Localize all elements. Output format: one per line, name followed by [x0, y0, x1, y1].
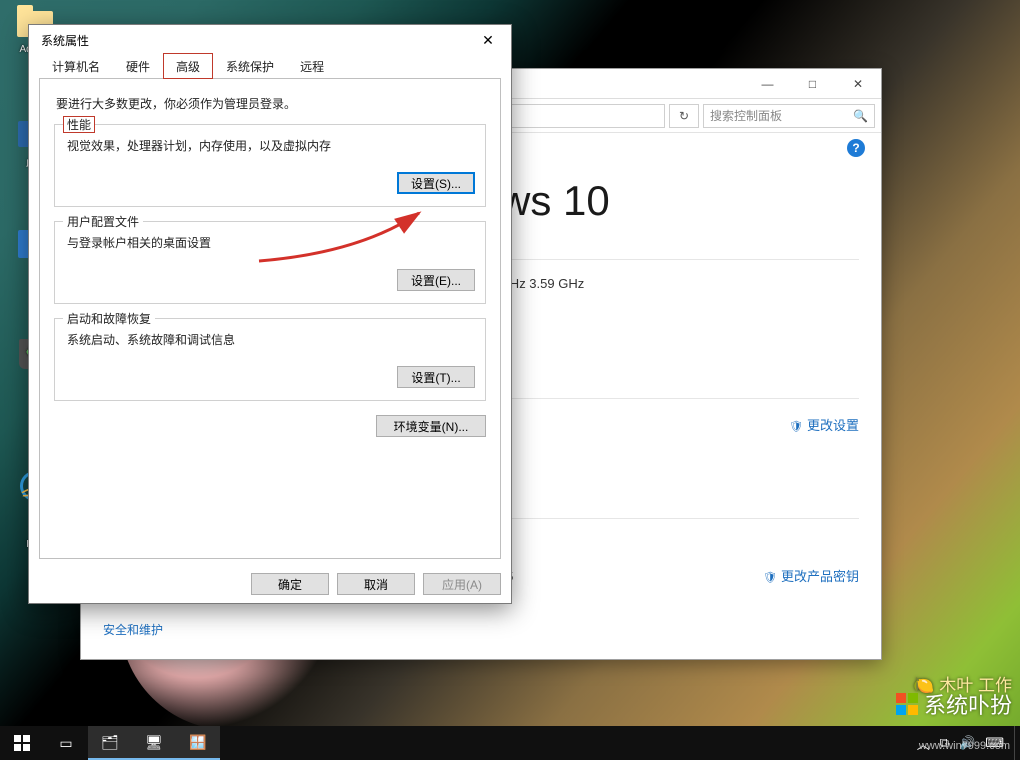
- refresh-button[interactable]: ↻: [669, 104, 699, 128]
- environment-variables-button[interactable]: 环境变量(N)...: [376, 415, 486, 437]
- minimize-button[interactable]: —: [745, 70, 790, 98]
- startup-recovery-fieldset: 启动和故障恢复 系统启动、系统故障和调试信息 设置(T)...: [54, 318, 486, 401]
- see-also: 安全和维护: [103, 618, 163, 641]
- startup-recovery-desc: 系统启动、系统故障和调试信息: [65, 327, 475, 366]
- user-profile-settings-button[interactable]: 设置(E)...: [397, 269, 475, 291]
- file-explorer-icon: 🗂: [101, 734, 119, 751]
- cancel-button[interactable]: 取消: [337, 573, 415, 595]
- help-icon[interactable]: ?: [847, 139, 865, 157]
- tab-computer-name[interactable]: 计算机名: [39, 53, 113, 78]
- sysprop-task-icon: 🪟: [189, 734, 206, 751]
- search-icon: 🔍: [853, 109, 868, 123]
- apply-button: 应用(A): [423, 573, 501, 595]
- ok-button[interactable]: 确定: [251, 573, 329, 595]
- search-placeholder: 搜索控制面板: [710, 107, 782, 124]
- show-desktop-peek[interactable]: [1014, 726, 1020, 760]
- close-button[interactable]: ✕: [473, 29, 503, 51]
- tab-bar: 计算机名 硬件 高级 系统保护 远程: [39, 55, 501, 79]
- maximize-button[interactable]: □: [790, 70, 835, 98]
- performance-legend: 性能: [63, 116, 95, 133]
- system-properties-dialog: 系统属性 ✕ 计算机名 硬件 高级 系统保护 远程 要进行大多数更改，你必须作为…: [28, 24, 512, 604]
- tab-advanced[interactable]: 高级: [163, 53, 213, 79]
- tab-hardware[interactable]: 硬件: [113, 53, 163, 78]
- watermark-site-text: 系统卟扮: [924, 688, 1012, 720]
- close-button[interactable]: ✕: [835, 70, 881, 98]
- watermark-site: 系统卟扮: [896, 688, 1012, 720]
- sysprop-titlebar[interactable]: 系统属性 ✕: [29, 25, 511, 55]
- tab-system-protection[interactable]: 系统保护: [213, 53, 287, 78]
- change-product-key-link[interactable]: 更改产品密钥: [763, 566, 859, 585]
- ms-logo-icon: [896, 693, 918, 715]
- taskbar-file-explorer[interactable]: 🗂: [88, 726, 132, 760]
- security-maintenance-link[interactable]: 安全和维护: [103, 618, 163, 641]
- windows-start-icon: [14, 735, 30, 751]
- taskbar[interactable]: ▭ 🗂 🖥 🪟 ︿ ⧉ 🔊 ⌨ www.win7999.com: [0, 726, 1020, 760]
- startup-recovery-settings-button[interactable]: 设置(T)...: [397, 366, 475, 388]
- user-profile-fieldset: 用户配置文件 与登录帐户相关的桌面设置 设置(E)...: [54, 221, 486, 304]
- performance-settings-button[interactable]: 设置(S)...: [397, 172, 475, 194]
- control-panel-task-icon: 🖥: [145, 734, 163, 751]
- task-view-button[interactable]: ▭: [44, 726, 88, 760]
- dialog-button-row: 确定 取消 应用(A): [251, 573, 501, 595]
- performance-desc: 视觉效果，处理器计划，内存使用，以及虚拟内存: [65, 133, 475, 172]
- startup-recovery-legend: 启动和故障恢复: [63, 310, 155, 327]
- performance-fieldset: 性能 视觉效果，处理器计划，内存使用，以及虚拟内存 设置(S)...: [54, 124, 486, 207]
- user-profile-legend: 用户配置文件: [63, 213, 143, 230]
- tab-remote[interactable]: 远程: [287, 53, 337, 78]
- taskbar-system-properties[interactable]: 🪟: [176, 726, 220, 760]
- user-profile-desc: 与登录帐户相关的桌面设置: [65, 230, 475, 269]
- search-input[interactable]: 搜索控制面板 🔍: [703, 104, 875, 128]
- watermark-url: www.win7999.com: [919, 740, 1010, 752]
- dialog-title: 系统属性: [41, 32, 89, 49]
- taskbar-control-panel[interactable]: 🖥: [132, 726, 176, 760]
- change-settings-link[interactable]: 更改设置: [789, 415, 859, 434]
- tab-content: 要进行大多数更改，你必须作为管理员登录。 性能 视觉效果，处理器计划，内存使用，…: [39, 79, 501, 559]
- start-button[interactable]: [0, 726, 44, 760]
- admin-note: 要进行大多数更改，你必须作为管理员登录。: [54, 93, 486, 124]
